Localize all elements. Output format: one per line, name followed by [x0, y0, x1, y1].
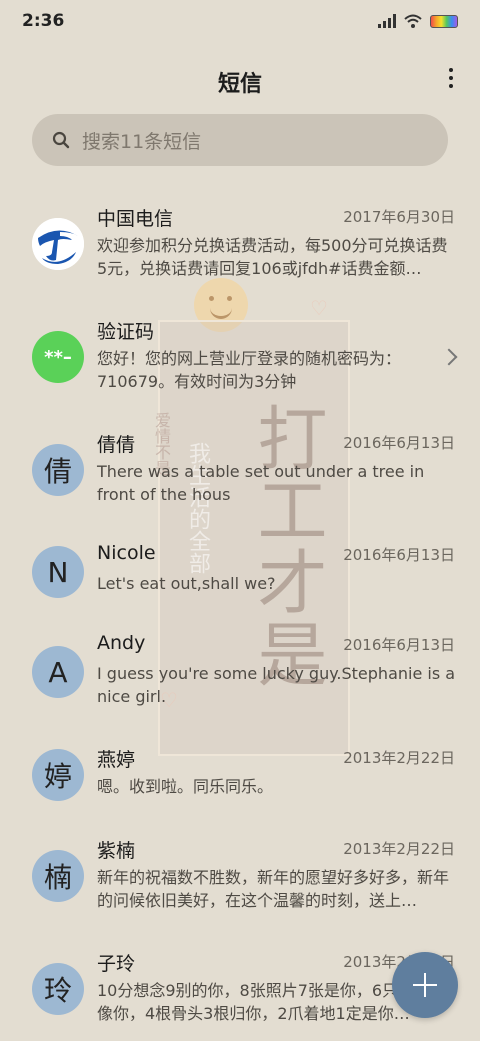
contact-name: 中国电信 — [97, 208, 174, 230]
message-date: 2013年2月22日 — [343, 840, 455, 858]
more-vertical-icon[interactable] — [446, 68, 456, 90]
message-date: 2017年6月30日 — [343, 208, 455, 226]
message-date: 2013年2月22日 — [343, 749, 455, 767]
message-preview: 10分想念9别的你，8张照片7张是你，6只手只像你，4根骨头3根归你，2爪着地1… — [97, 981, 431, 1023]
status-time: 2:36 — [22, 11, 65, 31]
conversation-item[interactable]: 倩 倩倩 2016年6月13日 There was a table set ou… — [0, 430, 480, 522]
message-date: 2016年6月13日 — [343, 434, 455, 452]
message-preview: I guess you're some lucky guy.Stephanie … — [97, 664, 456, 706]
message-preview: 您好！您的网上营业厅登录的随机密码为：710679。有效时间为3分钟 — [97, 349, 402, 391]
contact-avatar: 倩 — [32, 444, 84, 496]
contact-avatar: 婷 — [32, 749, 84, 801]
contact-avatar: 楠 — [32, 850, 84, 902]
wifi-icon — [404, 14, 422, 28]
conversation-item[interactable]: 婷 燕婷 2013年2月22日 嗯。收到啦。同乐同乐。 — [0, 745, 480, 837]
status-bar: 2:36 — [0, 0, 480, 44]
contact-name: 紫楠 — [97, 840, 136, 862]
message-preview: 新年的祝福数不胜数，新年的愿望好多好多，新年的问候依旧美好，在这个温馨的时刻，送… — [97, 868, 450, 910]
contact-name: 验证码 — [97, 321, 155, 343]
verification-code-avatar: **– — [32, 331, 84, 383]
contact-avatar: 玲 — [32, 963, 84, 1015]
contact-name: 子玲 — [97, 953, 136, 975]
message-date: 2016年6月13日 — [343, 546, 455, 564]
signal-icon — [378, 14, 396, 28]
china-telecom-logo-icon — [32, 218, 84, 270]
message-preview: Let's eat out,shall we? — [97, 574, 276, 593]
status-icons — [378, 14, 458, 28]
message-date: 2016年6月13日 — [343, 636, 455, 654]
conversation-item[interactable]: 楠 紫楠 2013年2月22日 新年的祝福数不胜数，新年的愿望好多好多，新年的问… — [0, 836, 480, 928]
search-input[interactable]: 搜索11条短信 — [32, 114, 448, 166]
page-title: 短信 — [217, 72, 262, 97]
contact-avatar: N — [32, 546, 84, 598]
battery-icon — [430, 14, 458, 28]
title-bar: 短信 — [0, 56, 480, 102]
contact-name: 燕婷 — [97, 749, 136, 771]
conversation-item[interactable]: **– 验证码 您好！您的网上营业厅登录的随机密码为：710679。有效时间为3… — [0, 317, 480, 409]
contact-avatar: A — [32, 646, 84, 698]
search-placeholder: 搜索11条短信 — [82, 130, 202, 153]
search-icon — [52, 131, 70, 149]
conversation-item[interactable]: 中国电信 2017年6月30日 欢迎参加积分兑换话费活动，每500分可兑换话费5… — [0, 204, 480, 296]
contact-name: Nicole — [97, 542, 156, 564]
new-message-button[interactable] — [392, 952, 458, 1018]
message-preview: There was a table set out under a tree i… — [97, 462, 425, 504]
contact-name: 倩倩 — [97, 434, 136, 456]
message-preview: 欢迎参加积分兑换话费活动，每500分可兑换话费5元，兑换话费请回复106或jfd… — [97, 236, 448, 278]
message-preview: 嗯。收到啦。同乐同乐。 — [97, 777, 274, 796]
contact-name: Andy — [97, 632, 146, 654]
conversation-item[interactable]: A Andy 2016年6月13日 I guess you're some lu… — [0, 632, 480, 724]
conversation-item[interactable]: N Nicole 2016年6月13日 Let's eat out,shall … — [0, 542, 480, 634]
